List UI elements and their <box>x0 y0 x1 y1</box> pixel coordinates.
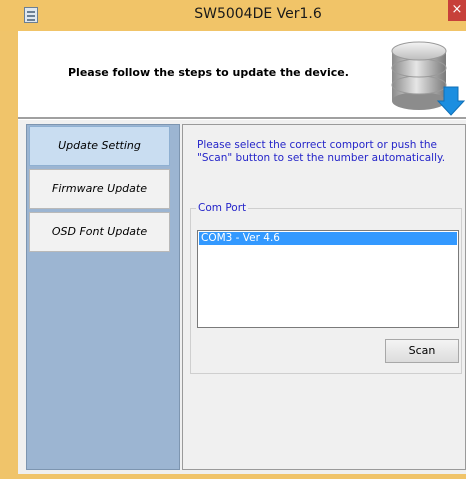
sidebar-item-firmware-update[interactable]: Firmware Update <box>29 169 170 209</box>
com-port-group: Com Port COM3 - Ver 4.6 Scan <box>190 202 462 374</box>
scan-button[interactable]: Scan <box>385 339 459 363</box>
title-bar[interactable]: SW5004DE Ver1.6 × <box>0 0 466 31</box>
com-port-list[interactable]: COM3 - Ver 4.6 <box>197 230 459 328</box>
update-instruction: Please select the correct comport or pus… <box>197 139 446 164</box>
sidebar: Update Setting Firmware Update OSD Font … <box>26 124 180 470</box>
header-panel: Please follow the steps to update the de… <box>18 31 466 117</box>
sidebar-item-osd-font-update[interactable]: OSD Font Update <box>29 212 170 252</box>
header-instruction: Please follow the steps to update the de… <box>68 66 349 79</box>
window-title: SW5004DE Ver1.6 <box>194 6 322 22</box>
app-icon[interactable] <box>24 7 38 23</box>
content-panel: Please select the correct comport or pus… <box>182 124 466 470</box>
close-button[interactable]: × <box>448 0 466 21</box>
com-port-label: Com Port <box>196 202 249 214</box>
client-area: Please follow the steps to update the de… <box>18 31 466 474</box>
database-download-icon <box>391 41 466 116</box>
header-divider <box>18 117 466 120</box>
sidebar-item-update-setting[interactable]: Update Setting <box>29 126 170 166</box>
list-item[interactable]: COM3 - Ver 4.6 <box>199 232 457 245</box>
window-bottom-border <box>0 474 466 479</box>
app-window: SW5004DE Ver1.6 × Please follow the step… <box>0 0 466 479</box>
